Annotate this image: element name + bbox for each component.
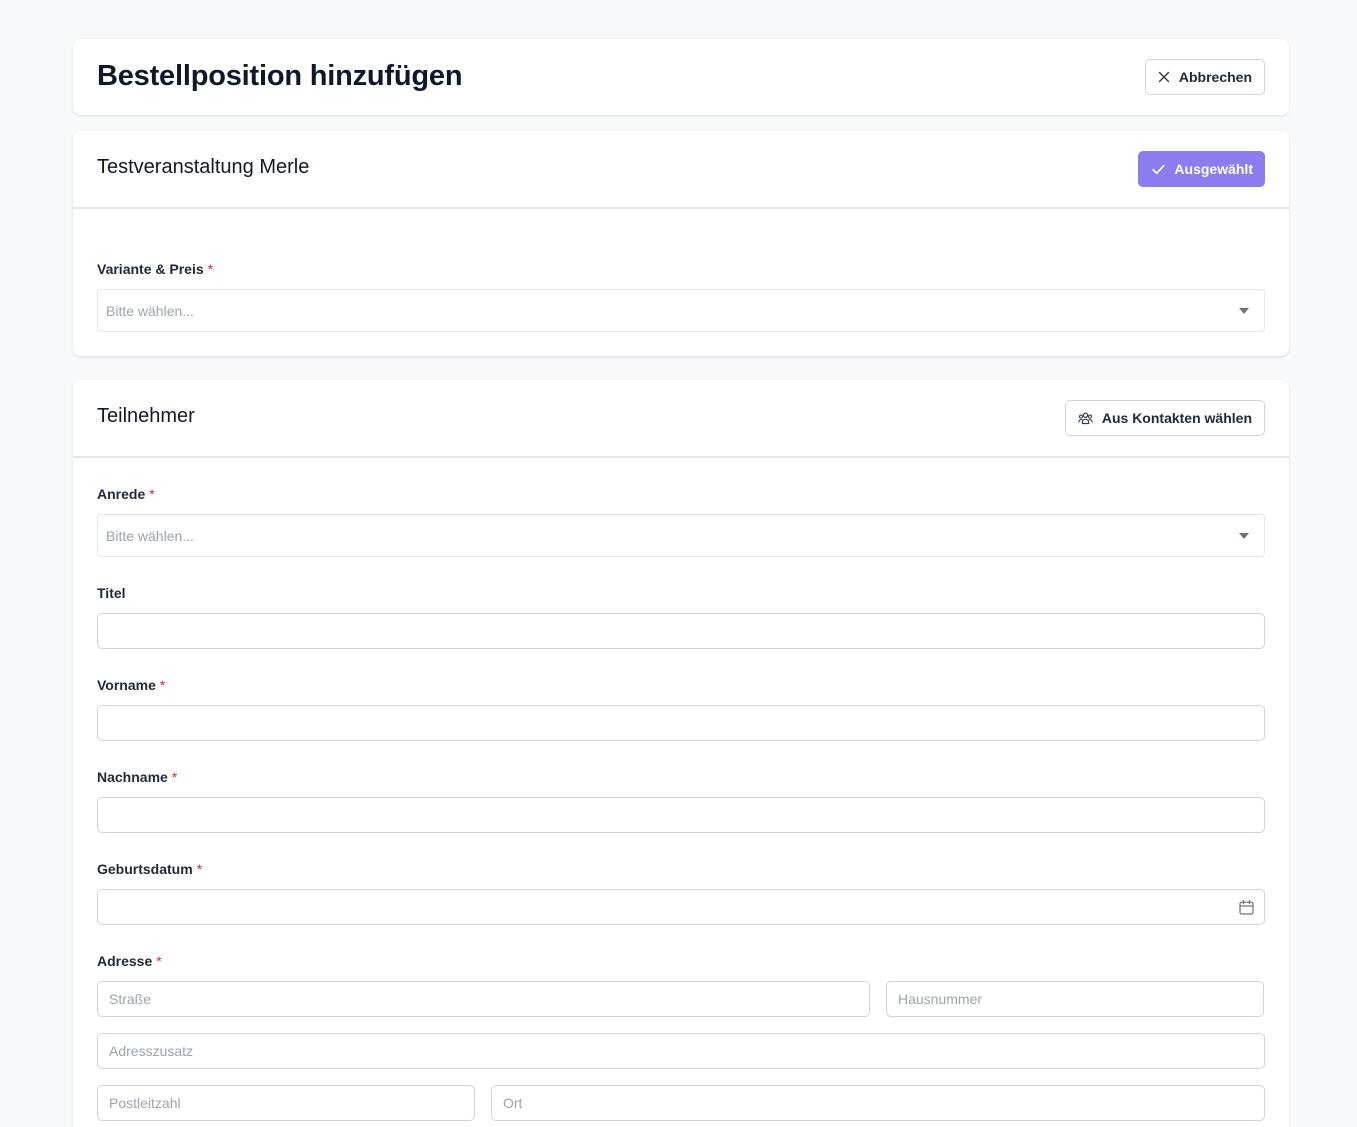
street-input[interactable]: Straße xyxy=(97,981,870,1017)
birthdate-input[interactable] xyxy=(97,889,1265,925)
required-marker: * xyxy=(207,261,214,277)
birthdate-label: Geburtsdatum * xyxy=(97,861,203,877)
variant-label: Variante & Preis * xyxy=(97,261,214,277)
required-marker: * xyxy=(159,677,166,693)
page-header-card: Bestellposition hinzufügen Abbrechen xyxy=(73,39,1289,115)
participant-divider xyxy=(73,456,1289,458)
street-placeholder: Straße xyxy=(109,991,152,1007)
event-card: Testveranstaltung Merle Ausgewählt Varia… xyxy=(73,131,1289,356)
close-icon xyxy=(1158,71,1170,83)
calendar-icon[interactable] xyxy=(1239,900,1254,918)
choose-from-contacts-button[interactable]: Aus Kontakten wählen xyxy=(1064,400,1265,436)
participant-card: Teilnehmer Aus Kontakten wählen Anrede * … xyxy=(73,380,1289,1127)
zip-placeholder: Postleitzahl xyxy=(109,1095,181,1111)
salutation-label: Anrede * xyxy=(97,486,155,502)
event-name: Testveranstaltung Merle xyxy=(97,156,310,178)
housenumber-placeholder: Hausnummer xyxy=(898,991,983,1007)
address-label: Adresse * xyxy=(97,953,162,969)
selected-button-label: Ausgewählt xyxy=(1174,161,1253,177)
salutation-select[interactable]: Bitte wählen... xyxy=(97,514,1265,557)
salutation-select-placeholder: Bitte wählen... xyxy=(106,527,194,544)
required-marker: * xyxy=(149,486,155,502)
title-input[interactable] xyxy=(97,613,1265,649)
page: Bestellposition hinzufügen Abbrechen Tes… xyxy=(0,0,1357,1127)
cancel-button-label: Abbrechen xyxy=(1178,69,1252,85)
firstname-input[interactable] xyxy=(97,705,1265,741)
title-label: Titel xyxy=(97,585,126,601)
participant-title: Teilnehmer xyxy=(97,405,195,427)
selected-button[interactable]: Ausgewählt xyxy=(1138,151,1265,187)
housenumber-input[interactable]: Hausnummer xyxy=(886,981,1264,1017)
page-title: Bestellposition hinzufügen xyxy=(97,60,463,92)
chevron-down-icon xyxy=(1239,308,1249,314)
required-marker: * xyxy=(171,769,178,785)
zip-input[interactable]: Postleitzahl xyxy=(97,1085,475,1121)
event-divider xyxy=(73,207,1289,209)
variant-select[interactable]: Bitte wählen... xyxy=(97,289,1265,332)
city-placeholder: Ort xyxy=(503,1095,523,1111)
cancel-button[interactable]: Abbrechen xyxy=(1144,59,1265,95)
address-extra-placeholder: Adresszusatz xyxy=(109,1043,194,1059)
lastname-input[interactable] xyxy=(97,797,1265,833)
chevron-down-icon xyxy=(1239,533,1249,539)
required-marker: * xyxy=(156,953,162,969)
required-marker: * xyxy=(196,861,203,877)
address-extra-input[interactable]: Adresszusatz xyxy=(97,1033,1265,1069)
variant-select-placeholder: Bitte wählen... xyxy=(106,302,194,319)
users-icon xyxy=(1078,412,1093,425)
firstname-label: Vorname * xyxy=(97,677,166,693)
choose-from-contacts-label: Aus Kontakten wählen xyxy=(1101,410,1252,426)
city-input[interactable]: Ort xyxy=(491,1085,1265,1121)
lastname-label: Nachname * xyxy=(97,769,178,785)
check-icon xyxy=(1152,164,1166,175)
